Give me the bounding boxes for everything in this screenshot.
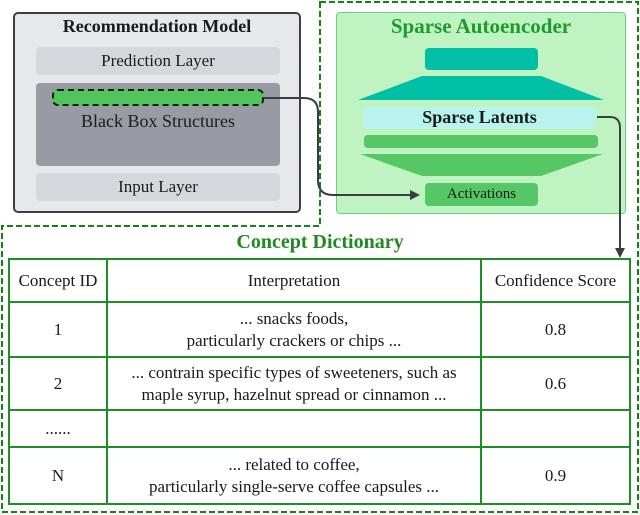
interpretation-cell	[106, 409, 482, 448]
confidence-cell: 0.9	[480, 446, 631, 505]
concept-dictionary-title: Concept Dictionary	[236, 231, 404, 253]
confidence-cell: 0.8	[480, 301, 631, 358]
interpretation-cell: ... related to coffee, particularly singl…	[106, 446, 482, 505]
interpretation-line: particularly crackers or chips ...	[186, 330, 402, 350]
table-header-row: Concept ID Interpretation Confidence Sco…	[8, 258, 631, 303]
column-header-interpretation: Interpretation	[106, 258, 482, 303]
arrow-to-activations	[264, 97, 420, 200]
table-row: N ... related to coffee, particularly sin…	[8, 446, 631, 505]
interpretation-line: ... snacks foods,	[239, 308, 349, 328]
column-header-confidence: Confidence Score	[480, 258, 631, 303]
interpretation-cell: ... contrain specific types of sweetener…	[106, 356, 482, 411]
confidence-cell	[480, 409, 631, 448]
table-row: 2 ... contrain specific types of sweeten…	[8, 356, 631, 411]
interpretation-line: maple syrup, hazelnut spread or cinnamon…	[141, 384, 447, 404]
concept-id-cell: 1	[8, 301, 108, 358]
interpretation-line: ... contrain specific types of sweetener…	[131, 362, 457, 382]
concept-id-cell: N	[8, 446, 108, 505]
column-header-concept-id: Concept ID	[8, 258, 108, 303]
concept-id-cell: ......	[8, 409, 108, 448]
interpretation-line: particularly single-serve coffee capsule…	[149, 476, 439, 496]
concept-dictionary-table: Concept ID Interpretation Confidence Sco…	[8, 258, 631, 505]
confidence-cell: 0.6	[480, 356, 631, 411]
interpretation-line: ... related to coffee,	[228, 454, 360, 474]
table-row: ......	[8, 409, 631, 448]
table-row: 1 ... snacks foods, particularly crackers…	[8, 301, 631, 358]
concept-id-cell: 2	[8, 356, 108, 411]
interpretation-cell: ... snacks foods, particularly crackers o…	[106, 301, 482, 358]
